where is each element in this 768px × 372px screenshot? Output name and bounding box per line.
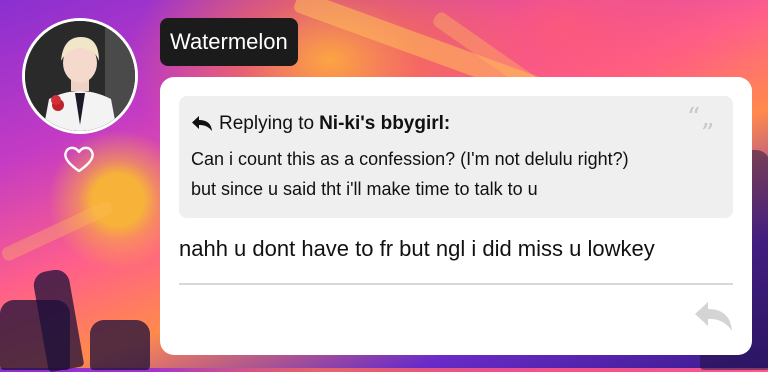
message-card: Replying to Ni-ki's bbygirl: Can i count…: [160, 77, 752, 355]
svg-text:”: ”: [701, 119, 714, 136]
reply-prefix: Replying to: [219, 113, 315, 134]
message-text: nahh u dont have to fr but ngl i did mis…: [179, 236, 655, 261]
heart-icon[interactable]: [62, 144, 96, 174]
reply-arrow-icon[interactable]: [692, 299, 736, 335]
svg-text:“: “: [687, 106, 700, 133]
quoted-reply[interactable]: Replying to Ni-ki's bbygirl: Can i count…: [179, 96, 733, 218]
quote-icon: “ ”: [687, 106, 714, 136]
avatar[interactable]: [22, 18, 138, 134]
quoted-text-line-2: but since u said tht i'll make time to t…: [191, 179, 538, 199]
divider: [179, 283, 733, 285]
reply-target-name[interactable]: Ni-ki's bbygirl:: [319, 113, 450, 135]
author-name[interactable]: Watermelon: [160, 18, 298, 66]
reply-header: Replying to Ni-ki's bbygirl:: [191, 110, 719, 138]
avatar-image: [25, 21, 135, 131]
quoted-text-line-1: Can i count this as a confession? (I'm n…: [191, 149, 629, 169]
reply-arrow-icon: [192, 116, 212, 131]
